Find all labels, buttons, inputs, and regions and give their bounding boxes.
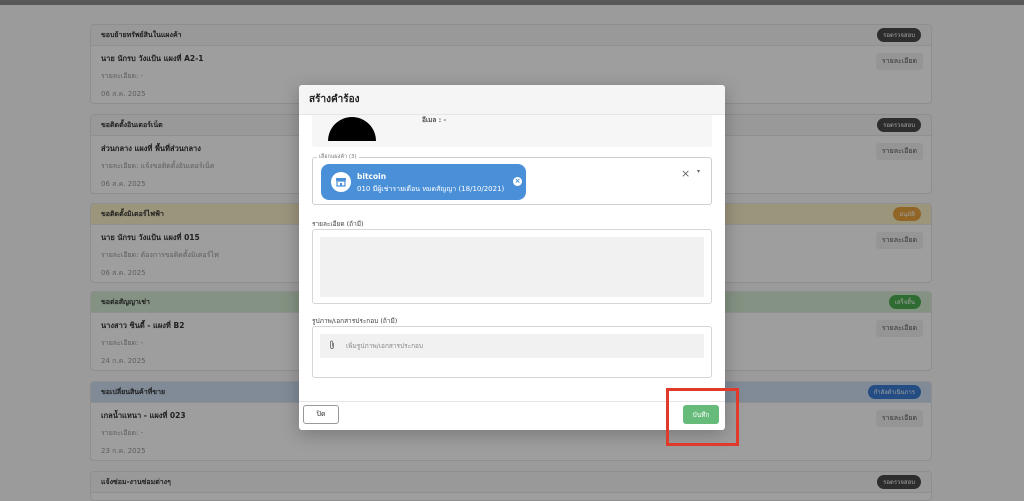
attachment-field: เพิ่มรูปภาพ/เอกสารประกอบ <box>312 326 712 378</box>
modal-title: สร้างคำร้อง <box>309 94 360 105</box>
chip-remove-icon[interactable]: × <box>513 177 522 186</box>
create-request-modal: สร้างคำร้อง อีเมล : - เลือกแผงค้า (3) bi… <box>299 85 725 430</box>
detail-textarea[interactable] <box>320 237 704 297</box>
attachment-upload-button[interactable]: เพิ่มรูปภาพ/เอกสารประกอบ <box>320 334 704 358</box>
attachment-label: รูปภาพ/เอกสารประกอบ (ถ้ามี) <box>312 317 398 325</box>
highlight-box <box>666 388 739 446</box>
store-icon <box>331 172 351 192</box>
clear-selection-icon[interactable]: × <box>681 167 690 180</box>
modal-footer: ปิด บันทึก <box>299 401 725 430</box>
paperclip-icon <box>328 340 336 353</box>
avatar <box>328 117 376 141</box>
detail-field <box>312 229 712 304</box>
chevron-down-icon[interactable]: ▾ <box>697 168 700 175</box>
chip-title: bitcoin <box>357 172 387 181</box>
attachment-placeholder: เพิ่มรูปภาพ/เอกสารประกอบ <box>346 342 424 350</box>
detail-label: รายละเอียด (ถ้ามี) <box>312 220 364 228</box>
email-label: อีเมล : - <box>422 116 447 124</box>
modal-header: สร้างคำร้อง <box>299 85 725 115</box>
modal-body: อีเมล : - เลือกแผงค้า (3) bitcoin 010 มี… <box>299 115 725 401</box>
stall-select-label: เลือกแผงค้า (3) <box>317 153 359 161</box>
stall-select[interactable]: เลือกแผงค้า (3) bitcoin 010 มีผู้เช่าราย… <box>312 153 712 205</box>
chip-subtitle: 010 มีผู้เช่ารายเดือน หมดสัญญา (18/10/20… <box>357 185 505 193</box>
selected-stall-chip[interactable]: bitcoin 010 มีผู้เช่ารายเดือน หมดสัญญา (… <box>321 164 526 200</box>
close-button[interactable]: ปิด <box>303 405 339 424</box>
profile-box: อีเมล : - <box>312 115 712 147</box>
